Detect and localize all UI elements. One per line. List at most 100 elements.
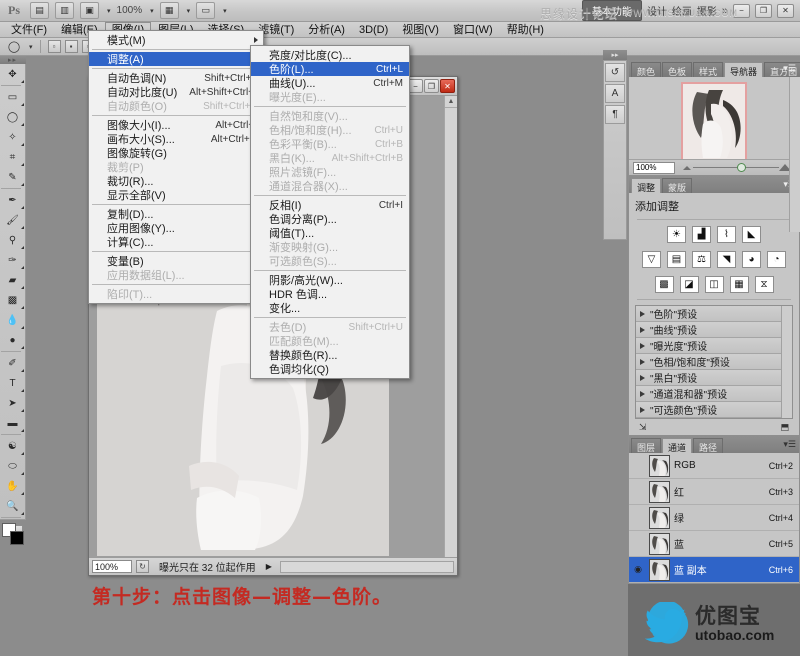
image-menu-item[interactable]: 复制(D)... <box>89 207 263 221</box>
channel-row[interactable]: ◉ 蓝 副本 Ctrl+6 <box>629 557 799 583</box>
canvas-vertical-scrollbar[interactable]: ▲ <box>444 96 457 557</box>
gradient-map-icon[interactable]: ⧖ <box>754 276 774 293</box>
adjust-submenu-item[interactable]: 变化... <box>251 301 409 315</box>
channel-row[interactable]: 红 Ctrl+3 <box>629 479 799 505</box>
eyedropper-tool[interactable]: ✎ <box>1 167 25 187</box>
close-button[interactable]: ✕ <box>777 3 794 18</box>
zoom-out-icon[interactable] <box>683 165 691 170</box>
menu-6[interactable]: 分析(A) <box>301 22 352 38</box>
mini-bridge-icon[interactable]: ▥ <box>55 2 74 19</box>
image-menu-item[interactable]: 图像旋转(G) <box>89 146 263 160</box>
navigator-zoom-slider[interactable] <box>679 162 795 174</box>
character-icon[interactable]: A <box>605 84 625 103</box>
crop-tool[interactable]: ⌗ <box>1 147 25 167</box>
tool-preset-caret-icon[interactable]: ▾ <box>29 43 33 51</box>
image-menu-item[interactable]: 自动色调(N) Shift+Ctrl+L <box>89 71 263 86</box>
image-menu-dropdown[interactable]: 模式(M) 调整(A) 自动色调(N) Shift+Ctrl+L 自动对比度(U) Alt… <box>88 30 264 304</box>
workspace-painting-link[interactable]: 绘画 <box>672 3 692 18</box>
adjust-submenu-item[interactable]: 阴影/高光(W)... <box>251 273 409 287</box>
menu-7[interactable]: 3D(D) <box>352 22 395 38</box>
blur-tool[interactable]: 💧 <box>1 310 25 330</box>
3d-rotate-tool[interactable]: ☯ <box>1 436 25 456</box>
eye-visibility-icon[interactable]: ◉ <box>631 563 645 577</box>
marquee-tool[interactable]: ▭ <box>1 87 25 107</box>
navigator-panel-menu-icon[interactable]: ▾☰ <box>783 63 796 74</box>
adjust-submenu-item[interactable]: 亮度/对比度(C)... <box>251 48 409 62</box>
expand-triangle-icon[interactable] <box>640 374 645 381</box>
image-menu-item[interactable]: 模式(M) <box>89 33 263 47</box>
preset-row[interactable]: "曲线"预设 <box>636 322 792 338</box>
presets-scrollbar[interactable] <box>781 306 792 418</box>
adjust-submenu-item[interactable]: 色调分离(P)... <box>251 212 409 226</box>
channel-row[interactable]: 蓝 Ctrl+5 <box>629 531 799 557</box>
channel-row[interactable]: 绿 Ctrl+4 <box>629 505 799 531</box>
channels-tab-图层[interactable]: 图层 <box>631 438 662 453</box>
document-close-button[interactable]: ✕ <box>440 79 455 93</box>
exposure-icon[interactable]: ◣ <box>742 226 761 243</box>
threshold-icon[interactable]: ▦ <box>729 276 749 293</box>
preset-row[interactable]: "黑白"预设 <box>636 370 792 386</box>
menu-8[interactable]: 视图(V) <box>395 22 446 38</box>
navigator-tab-导航器[interactable]: 导航器 <box>724 62 764 77</box>
image-menu-item[interactable]: 显示全部(V) <box>89 188 263 202</box>
image-menu-item[interactable]: 计算(C)... <box>89 235 263 249</box>
preset-row[interactable]: "可选颜色"预设 <box>636 402 792 418</box>
levels-icon[interactable]: ▟ <box>692 226 711 243</box>
channels-tab-通道[interactable]: 通道 <box>662 438 693 453</box>
adjust-submenu-item[interactable]: 曲线(U)... Ctrl+M <box>251 76 409 91</box>
image-menu-item[interactable]: 画布大小(S)... Alt+Ctrl+C <box>89 132 263 147</box>
channel-row[interactable]: RGB Ctrl+2 <box>629 453 799 479</box>
expand-triangle-icon[interactable] <box>640 326 645 333</box>
bridge-icon[interactable]: ▤ <box>30 2 49 19</box>
delete-adjustment-icon[interactable]: ⬒ <box>780 422 789 433</box>
adjustments-submenu-dropdown[interactable]: 亮度/对比度(C)... 色阶(L)... Ctrl+L 曲线(U)... Ctrl+M… <box>250 45 410 379</box>
vibrance-icon[interactable]: ▽ <box>642 251 661 268</box>
zoom-slider-knob[interactable] <box>737 163 746 172</box>
lasso-tool[interactable]: ◯ <box>1 107 25 127</box>
new-selection-icon[interactable]: ▫ <box>47 40 61 53</box>
background-color-swatch[interactable] <box>9 531 24 545</box>
adjustments-tab-调整[interactable]: 调整 <box>631 178 662 193</box>
brush-tool[interactable]: 🖌 <box>1 210 25 230</box>
eye-visibility-icon[interactable] <box>631 511 645 525</box>
adjust-submenu-item[interactable]: 替换颜色(R)... <box>251 348 409 362</box>
path-selection-tool[interactable]: ➤ <box>1 393 25 413</box>
navigator-zoom-input[interactable]: 100% <box>633 161 675 174</box>
preset-row[interactable]: "色相/饱和度"预设 <box>636 354 792 370</box>
pen-tool[interactable]: ✐ <box>1 353 25 373</box>
adjust-submenu-item[interactable]: 色调均化(Q) <box>251 362 409 376</box>
adjust-submenu-item[interactable]: 反相(I) Ctrl+I <box>251 198 409 213</box>
toolbar-grip[interactable]: ▸▸ <box>0 56 26 64</box>
image-menu-item[interactable]: 变量(B) <box>89 254 263 268</box>
image-menu-item[interactable]: 图像大小(I)... Alt+Ctrl+I <box>89 118 263 133</box>
paragraph-icon[interactable]: ¶ <box>605 105 625 124</box>
channel-mixer-icon[interactable]: ◔ <box>767 251 786 268</box>
color-lookup-icon[interactable]: ▩ <box>654 276 674 293</box>
expand-triangle-icon[interactable] <box>640 310 645 317</box>
navigator-tab-色板[interactable]: 色板 <box>662 62 693 77</box>
navigator-tab-颜色[interactable]: 颜色 <box>631 62 662 77</box>
minimize-button[interactable]: − <box>733 3 750 18</box>
add-to-selection-icon[interactable]: ▪ <box>64 40 78 53</box>
image-menu-item[interactable]: 自动对比度(U) Alt+Shift+Ctrl+L <box>89 85 263 100</box>
zoom-tool[interactable]: 🔍 <box>1 496 25 516</box>
adjustments-tab-蒙版[interactable]: 蒙版 <box>662 178 693 193</box>
dodge-tool[interactable]: ● <box>1 330 25 350</box>
history-icon[interactable]: ↺ <box>605 63 625 82</box>
scroll-up-icon[interactable]: ▲ <box>445 96 457 108</box>
adjust-submenu-item[interactable]: 阈值(T)... <box>251 226 409 240</box>
channels-tab-路径[interactable]: 路径 <box>693 438 724 453</box>
image-menu-item[interactable]: 裁切(R)... <box>89 174 263 188</box>
more-workspaces-icon[interactable]: » <box>722 5 728 17</box>
eye-visibility-icon[interactable] <box>631 485 645 499</box>
eye-visibility-icon[interactable] <box>631 459 645 473</box>
menu-10[interactable]: 帮助(H) <box>500 22 551 38</box>
status-refresh-icon[interactable]: ↻ <box>136 560 149 573</box>
expand-triangle-icon[interactable] <box>640 406 645 413</box>
maximize-button[interactable]: ❐ <box>755 3 772 18</box>
preset-row[interactable]: "色阶"预设 <box>636 306 792 322</box>
preset-row[interactable]: "曝光度"预设 <box>636 338 792 354</box>
canvas-horizontal-scrollbar[interactable] <box>279 560 454 573</box>
view-extras-caret-icon[interactable]: ▾ <box>107 7 111 15</box>
quick-selection-tool[interactable]: ✧ <box>1 127 25 147</box>
